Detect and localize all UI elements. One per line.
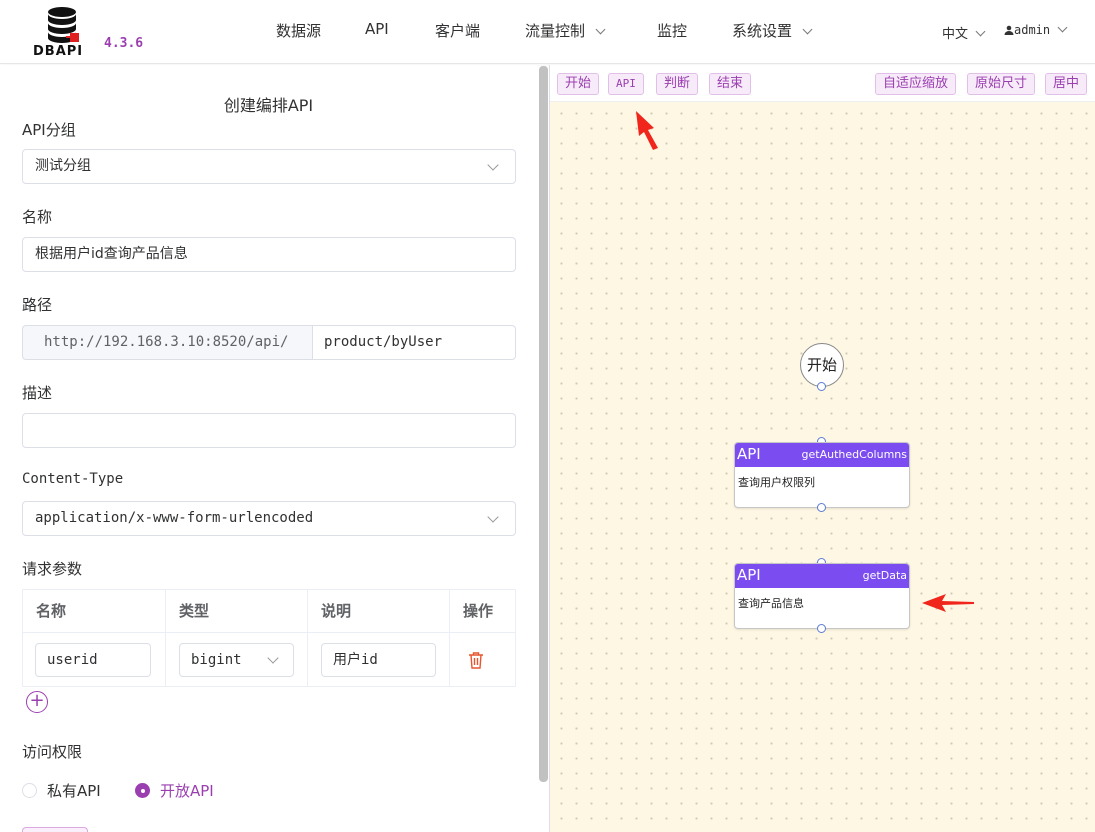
- col-header-desc: 说明: [308, 590, 450, 633]
- name-label: 名称: [22, 208, 53, 226]
- col-header-type: 类型: [166, 590, 308, 633]
- user-icon: [1004, 25, 1014, 35]
- start-output-port[interactable]: [817, 382, 826, 391]
- api-node-getauthedcolumns[interactable]: API getAuthedColumns 查询用户权限列: [734, 442, 910, 508]
- access-radio-public[interactable]: 开放API: [135, 780, 214, 801]
- param-name-input[interactable]: userid: [35, 643, 151, 677]
- left-panel-scrollbar[interactable]: [539, 66, 548, 782]
- start-node[interactable]: 开始: [800, 343, 844, 387]
- group-select[interactable]: 测试分组: [22, 149, 516, 184]
- param-desc-input[interactable]: 用户id: [321, 643, 436, 677]
- nav-item-system-settings[interactable]: 系统设置: [732, 20, 813, 41]
- content-type-select[interactable]: application/x-www-form-urlencoded: [22, 501, 516, 536]
- language-switcher[interactable]: 中文: [942, 23, 986, 42]
- chevron-down-icon: [595, 24, 606, 35]
- request-params-label: 请求参数: [22, 560, 83, 578]
- path-label: 路径: [22, 296, 53, 314]
- add-api-node-button[interactable]: API: [608, 73, 644, 95]
- add-end-node-button[interactable]: 结束: [709, 73, 752, 95]
- flow-toolbar: 开始 API 判断 结束 自适应缩放 原始尺寸 居中: [550, 65, 1095, 102]
- nav-item-client[interactable]: 客户端: [435, 20, 480, 41]
- access-radio-private[interactable]: 私有API: [22, 780, 101, 801]
- api-form-panel: 创建编排API API分组 测试分组 名称 根据用户id查询产品信息 路径 ht…: [0, 65, 537, 832]
- radio-checked-icon: [135, 783, 150, 798]
- path-prefix: http://192.168.3.10:8520/api/: [22, 325, 313, 360]
- nav-item-monitor[interactable]: 监控: [657, 20, 687, 41]
- add-param-button[interactable]: +: [26, 691, 48, 713]
- red-arrow-up-icon: [636, 111, 658, 150]
- submit-button[interactable]: [22, 827, 88, 832]
- fit-zoom-button[interactable]: 自适应缩放: [875, 73, 957, 95]
- red-arrow-left-icon: [922, 594, 974, 612]
- radio-icon: [22, 783, 37, 798]
- name-input[interactable]: 根据用户id查询产品信息: [22, 237, 516, 272]
- node-output-port[interactable]: [817, 624, 826, 633]
- nav-item-traffic-control[interactable]: 流量控制: [525, 20, 606, 41]
- description-input[interactable]: [22, 413, 516, 448]
- user-menu[interactable]: admin: [1004, 22, 1068, 38]
- nav-item-api[interactable]: API: [365, 20, 389, 38]
- path-input[interactable]: product/byUser: [312, 325, 516, 360]
- content-type-label: Content-Type: [22, 471, 124, 487]
- chevron-down-icon: [802, 24, 813, 35]
- add-condition-node-button[interactable]: 判断: [656, 73, 699, 95]
- center-button[interactable]: 居中: [1045, 73, 1088, 95]
- group-label: API分组: [22, 121, 76, 139]
- api-node-desc: 查询产品信息: [738, 597, 804, 610]
- add-start-node-button[interactable]: 开始: [557, 73, 600, 95]
- col-header-name: 名称: [23, 590, 166, 633]
- description-label: 描述: [22, 384, 53, 402]
- chevron-down-icon: [975, 26, 986, 37]
- logo-text: DBAPI: [33, 44, 84, 59]
- access-label: 访问权限: [22, 743, 83, 761]
- node-output-port[interactable]: [817, 503, 826, 512]
- chevron-down-icon: [1057, 22, 1068, 33]
- top-header: DBAPI 4.3.6 数据源 API 客户端 流量控制 监控 系统设置 中文 …: [0, 0, 1095, 64]
- table-cell: 用户id: [308, 633, 450, 687]
- table-cell: userid: [23, 633, 166, 687]
- flow-canvas[interactable]: 开始 API getAuthedColumns 查询用户权限列 API getD…: [550, 102, 1095, 832]
- original-size-button[interactable]: 原始尺寸: [967, 73, 1036, 95]
- nav-item-datasource[interactable]: 数据源: [276, 20, 321, 41]
- table-cell: [450, 633, 516, 687]
- param-type-select[interactable]: bigint: [179, 643, 294, 677]
- table-cell: bigint: [166, 633, 308, 687]
- delete-trash-icon[interactable]: [468, 652, 484, 669]
- api-node-desc: 查询用户权限列: [738, 476, 815, 489]
- form-title: 创建编排API: [223, 96, 314, 115]
- params-table: 名称 类型 说明 操作 userid bigint 用户id: [22, 589, 516, 687]
- flow-editor: 开始 API 判断 结束 自适应缩放 原始尺寸 居中 开始 API getAut…: [550, 65, 1095, 832]
- api-node-header: API getAuthedColumns: [735, 443, 909, 467]
- api-node-getdata[interactable]: API getData 查询产品信息: [734, 563, 910, 629]
- col-header-action: 操作: [450, 590, 516, 633]
- version-label: 4.3.6: [104, 36, 144, 51]
- api-node-header: API getData: [735, 564, 909, 588]
